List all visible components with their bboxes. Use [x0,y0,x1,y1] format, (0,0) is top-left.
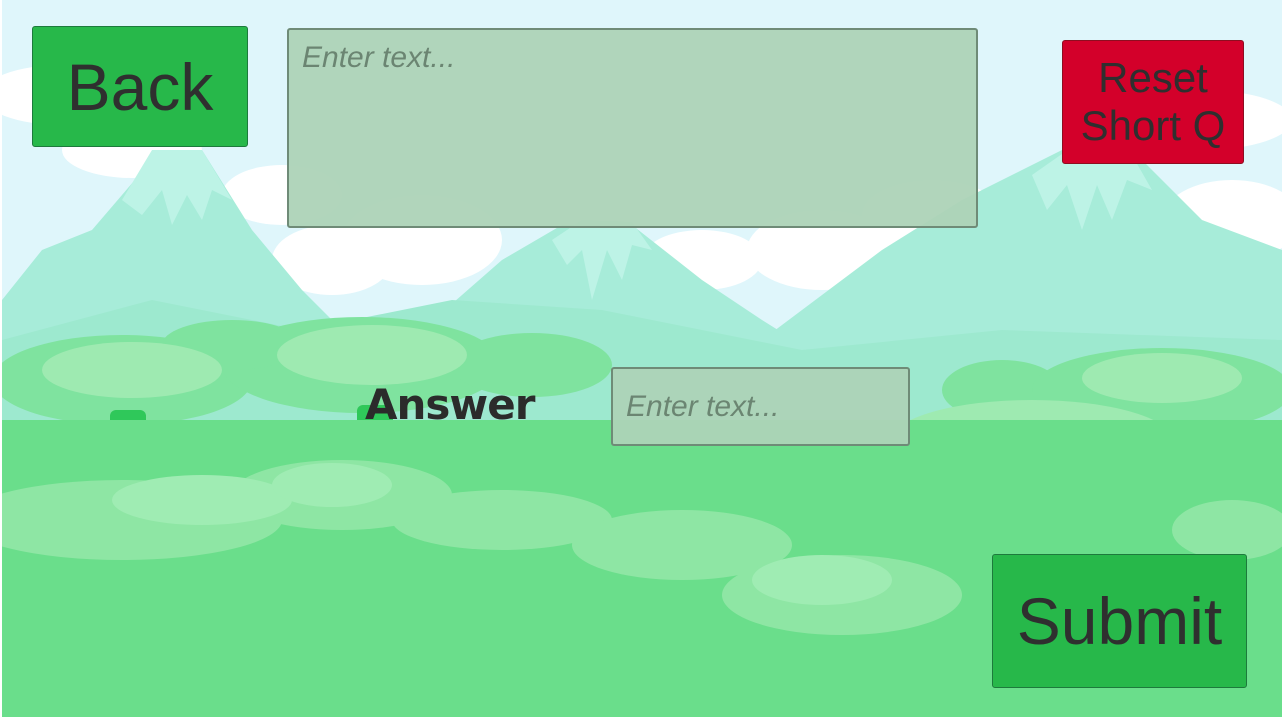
answer-input[interactable] [611,367,910,446]
reset-short-q-button[interactable]: Reset Short Q [1062,40,1244,164]
question-input[interactable] [287,28,978,228]
answer-label: Answer [365,380,535,429]
game-screen: Back Reset Short Q Answer Submit [2,0,1282,717]
submit-button[interactable]: Submit [992,554,1247,688]
back-button[interactable]: Back [32,26,248,147]
